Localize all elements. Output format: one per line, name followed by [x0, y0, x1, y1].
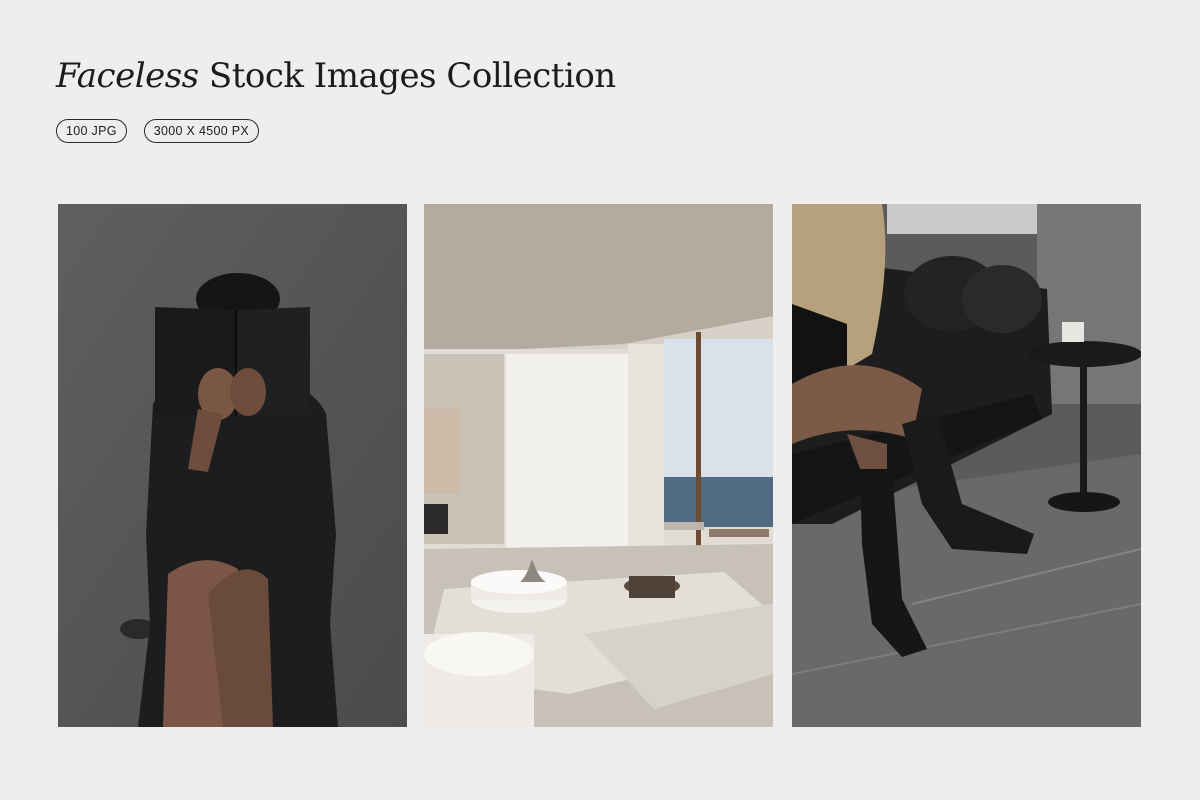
woman-boots-leather-sofa-photo: [792, 204, 1141, 727]
file-count-badge: 100 JPG: [56, 119, 127, 143]
collection-title: Faceless Stock Images Collection: [56, 56, 616, 96]
resolution-badge: 3000 X 4500 PX: [143, 119, 259, 143]
title-italic-word: Faceless: [56, 56, 199, 96]
minimal-living-room-sea-view-photo: [424, 204, 773, 727]
badge-row: 100 JPG 3000 X 4500 PX: [56, 119, 259, 143]
woman-reading-book-photo: [58, 204, 407, 727]
title-rest: Stock Images Collection: [208, 56, 616, 96]
